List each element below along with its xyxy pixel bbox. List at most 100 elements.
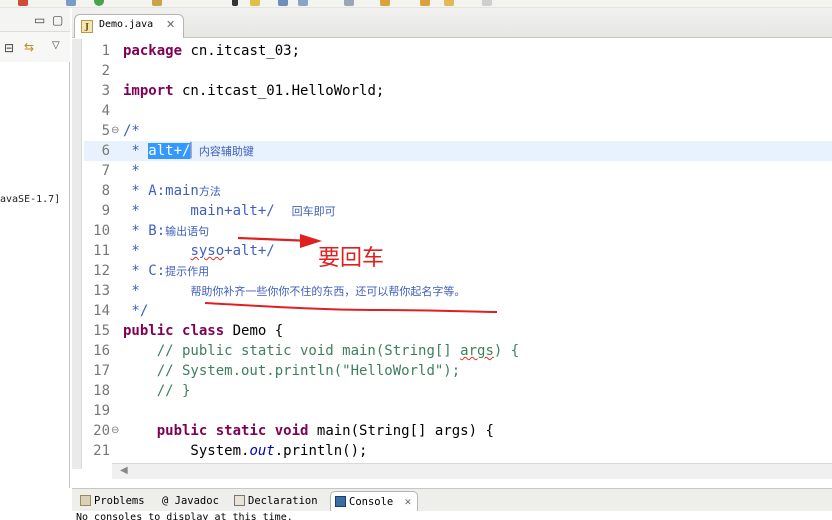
line-number: 16 bbox=[93, 343, 110, 359]
package-explorer-tools: ⊟ ⇆ ▽ bbox=[0, 32, 70, 62]
code-line[interactable]: 18 // } bbox=[84, 381, 832, 401]
bottom-views-panel: Problems @ Javadoc Declaration Console ✕… bbox=[72, 488, 832, 520]
code-text[interactable]: package cn.itcast_03; bbox=[123, 41, 300, 61]
line-number: 10 bbox=[93, 223, 110, 239]
jre-library-label[interactable]: avaSE-1.7] bbox=[0, 194, 60, 205]
line-number: 14 bbox=[93, 303, 110, 319]
line-number: 6 bbox=[101, 143, 110, 159]
code-line[interactable]: 8 * A:main方法 bbox=[84, 181, 832, 201]
tab-declaration-label: Declaration bbox=[248, 495, 318, 507]
line-number: 11 bbox=[93, 243, 110, 259]
code-text[interactable]: System.out.println(); bbox=[123, 441, 367, 461]
code-line[interactable]: 5 ⊖/* bbox=[84, 121, 832, 141]
code-line[interactable]: 19 bbox=[84, 401, 832, 421]
code-line[interactable]: 15 public class Demo { bbox=[84, 321, 832, 341]
horizontal-scrollbar[interactable]: ◀ bbox=[112, 463, 832, 479]
grid-icon[interactable] bbox=[278, 0, 288, 6]
view-menu-icon[interactable]: ▽ bbox=[52, 40, 60, 52]
line-number: 13 bbox=[93, 283, 110, 299]
tab-problems-label: Problems bbox=[94, 495, 145, 507]
code-line[interactable]: 3 import cn.itcast_01.HelloWorld; bbox=[84, 81, 832, 101]
annotation-ruler bbox=[72, 39, 82, 469]
play-icon[interactable] bbox=[232, 0, 238, 6]
back-icon[interactable] bbox=[380, 0, 390, 6]
code-text[interactable]: * B:输出语句 bbox=[123, 221, 209, 242]
line-number: 19 bbox=[93, 403, 110, 419]
code-text[interactable]: */ bbox=[123, 301, 148, 321]
code-line[interactable]: 14 */ bbox=[84, 301, 832, 321]
code-text[interactable]: /* bbox=[123, 121, 140, 141]
editor-area: J Demo.java ✕ 1 package cn.itcast_03; 2 3 im… bbox=[72, 8, 832, 488]
run-icon[interactable] bbox=[18, 0, 28, 6]
tab-problems[interactable]: Problems bbox=[76, 491, 145, 511]
refresh-icon[interactable] bbox=[94, 0, 104, 6]
line-number: 17 bbox=[93, 363, 110, 379]
code-text[interactable]: import cn.itcast_01.HelloWorld; bbox=[123, 81, 384, 101]
tab-console[interactable]: Console ✕ bbox=[330, 491, 419, 512]
search-icon[interactable] bbox=[344, 0, 354, 6]
code-line[interactable]: 11 * syso+alt+/ bbox=[84, 241, 832, 261]
code-line[interactable]: 20 ⊖ public static void main(String[] arg… bbox=[84, 421, 832, 441]
code-line[interactable]: 2 bbox=[84, 61, 832, 81]
line-number: 15 bbox=[93, 323, 110, 339]
layout-icon[interactable] bbox=[298, 0, 308, 6]
close-icon[interactable]: ✕ bbox=[405, 492, 412, 512]
code-text-area[interactable]: 1 package cn.itcast_03; 2 3 import cn.itcast… bbox=[84, 41, 832, 467]
code-text[interactable]: * alt+/▏内容辅助键 bbox=[123, 141, 254, 162]
editor-tabbar: J Demo.java ✕ bbox=[72, 8, 832, 38]
code-text[interactable]: // } bbox=[123, 381, 191, 401]
new-icon[interactable] bbox=[66, 0, 76, 6]
code-line[interactable]: 9 * main+alt+/ 回车即可 bbox=[84, 201, 832, 221]
tab-declaration[interactable]: Declaration bbox=[230, 491, 318, 511]
tab-demo-java[interactable]: J Demo.java ✕ bbox=[74, 14, 184, 38]
code-text[interactable]: public static void main(String[] args) { bbox=[123, 421, 494, 441]
code-line[interactable]: 21 System.out.println(); bbox=[84, 441, 832, 461]
package-explorer: ▭ ▢ ⊟ ⇆ ▽ avaSE-1.7] bbox=[0, 8, 70, 488]
line-number: 3 bbox=[101, 83, 110, 99]
maximize-icon[interactable]: ▢ bbox=[52, 14, 63, 26]
code-line[interactable]: 16 // public static void main(String[] a… bbox=[84, 341, 832, 361]
code-text[interactable]: // public static void main(String[] args… bbox=[123, 341, 519, 361]
line-number: 9 bbox=[101, 203, 110, 219]
next-icon[interactable] bbox=[482, 0, 492, 6]
collapse-all-icon[interactable]: ⊟ bbox=[4, 42, 14, 54]
problems-icon bbox=[80, 495, 91, 506]
code-line[interactable]: 7 * bbox=[84, 161, 832, 181]
tab-javadoc[interactable]: @ Javadoc bbox=[156, 491, 219, 511]
scroll-left-icon[interactable]: ◀ bbox=[120, 465, 128, 476]
line-number: 12 bbox=[93, 263, 110, 279]
line-number: 20 bbox=[93, 423, 110, 439]
code-text[interactable]: * main+alt+/ 回车即可 bbox=[123, 201, 335, 222]
fold-toggle-icon[interactable]: ⊖ bbox=[111, 121, 119, 141]
link-editor-icon[interactable]: ⇆ bbox=[24, 41, 34, 53]
code-text[interactable]: * C:提示作用 bbox=[123, 261, 209, 282]
line-number: 7 bbox=[101, 163, 110, 179]
line-number: 21 bbox=[93, 443, 110, 459]
minimize-icon[interactable]: ▭ bbox=[34, 14, 45, 26]
code-line[interactable]: 10 * B:输出语句 bbox=[84, 221, 832, 241]
history-icon[interactable] bbox=[444, 0, 454, 6]
line-number: 18 bbox=[93, 383, 110, 399]
tab-javadoc-label: @ Javadoc bbox=[162, 495, 219, 507]
console-icon bbox=[335, 496, 346, 507]
code-text[interactable]: // System.out.println("HelloWorld"); bbox=[123, 361, 460, 381]
code-line[interactable]: 13 * 帮助你补齐一些你你不住的东西，还可以帮你起名字等。 bbox=[84, 281, 832, 301]
edit-icon[interactable] bbox=[250, 0, 260, 6]
code-line[interactable]: 4 bbox=[84, 101, 832, 121]
code-line[interactable]: 1 package cn.itcast_03; bbox=[84, 41, 832, 61]
code-text[interactable]: * A:main方法 bbox=[123, 181, 220, 202]
line-number: 1 bbox=[101, 43, 110, 59]
open-icon[interactable] bbox=[152, 0, 162, 6]
console-message: No consoles to display at this time. bbox=[76, 512, 293, 520]
line-number: 8 bbox=[101, 183, 110, 199]
fold-toggle-icon[interactable]: ⊖ bbox=[111, 421, 119, 441]
code-line[interactable]: 6 * alt+/▏内容辅助键 bbox=[84, 141, 832, 161]
code-text[interactable]: * syso+alt+/ bbox=[123, 241, 274, 261]
code-line[interactable]: 17 // System.out.println("HelloWorld"); bbox=[84, 361, 832, 381]
forward-icon[interactable] bbox=[420, 0, 430, 6]
code-text[interactable]: * 帮助你补齐一些你你不住的东西，还可以帮你起名字等。 bbox=[123, 281, 465, 302]
code-text[interactable]: public class Demo { bbox=[123, 321, 283, 341]
code-line[interactable]: 12 * C:提示作用 bbox=[84, 261, 832, 281]
close-icon[interactable]: ✕ bbox=[166, 18, 175, 31]
code-text[interactable]: * bbox=[123, 161, 139, 181]
